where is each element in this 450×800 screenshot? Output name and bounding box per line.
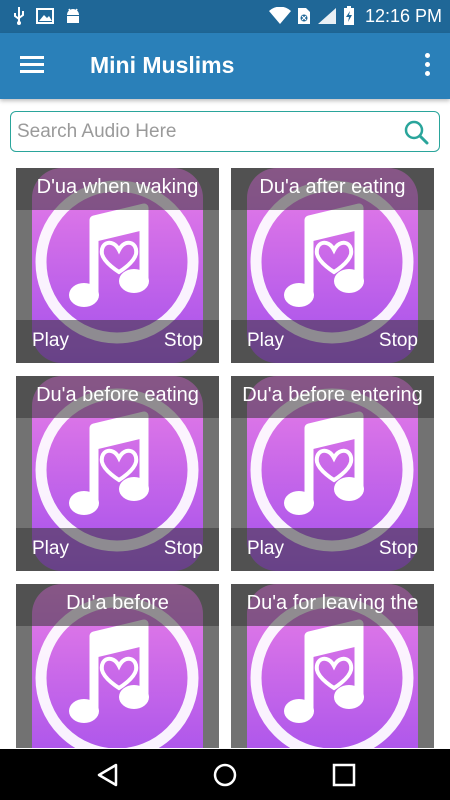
audio-card[interactable]: Du'a before [16,584,219,748]
stop-button[interactable]: Stop [164,538,203,560]
audio-title: Du'a for leaving the [246,592,419,614]
search-box [10,111,440,152]
search-input[interactable] [17,114,397,149]
signal-icon [317,8,336,24]
home-icon[interactable] [211,761,239,789]
status-clock: 12:16 PM [364,6,442,26]
back-icon[interactable] [94,761,122,789]
recents-icon[interactable] [330,761,358,789]
audio-card[interactable]: D'ua when waking Play Stop [16,168,219,363]
audio-card[interactable]: Du'a before eating Play Stop [16,376,219,571]
sim-icon [297,8,310,24]
wifi-icon [268,7,291,24]
stop-button[interactable]: Stop [379,330,418,352]
play-button[interactable]: Play [32,330,69,352]
app-bar: Mini Muslims [0,33,450,99]
stop-button[interactable]: Stop [164,330,203,352]
status-bar: 12:16 PM [0,0,450,33]
audio-card[interactable]: Du'a before entering Play Stop [231,376,434,571]
audio-title: Du'a after eating [259,176,406,198]
audio-title: Du'a before entering [242,384,423,406]
android-icon [67,8,79,23]
battery-charging-icon [343,6,354,25]
audio-title: Du'a before eating [36,384,199,406]
audio-card[interactable]: Du'a after eating Play Stop [231,168,434,363]
navigation-bar [0,749,450,800]
play-button[interactable]: Play [32,538,69,560]
usb-icon [14,7,24,25]
play-button[interactable]: Play [247,538,284,560]
app-title: Mini Muslims [90,52,235,78]
audio-title: D'ua when waking [36,176,199,198]
image-icon [36,8,54,24]
more-vert-icon[interactable] [422,53,432,79]
stop-button[interactable]: Stop [379,538,418,560]
search-icon[interactable] [403,119,429,145]
hamburger-menu-icon[interactable] [20,52,50,80]
play-button[interactable]: Play [247,330,284,352]
audio-card[interactable]: Du'a for leaving the [231,584,434,748]
audio-grid: D'ua when waking Play Stop Du'a after ea… [0,168,450,748]
audio-title: Du'a before [66,592,169,614]
